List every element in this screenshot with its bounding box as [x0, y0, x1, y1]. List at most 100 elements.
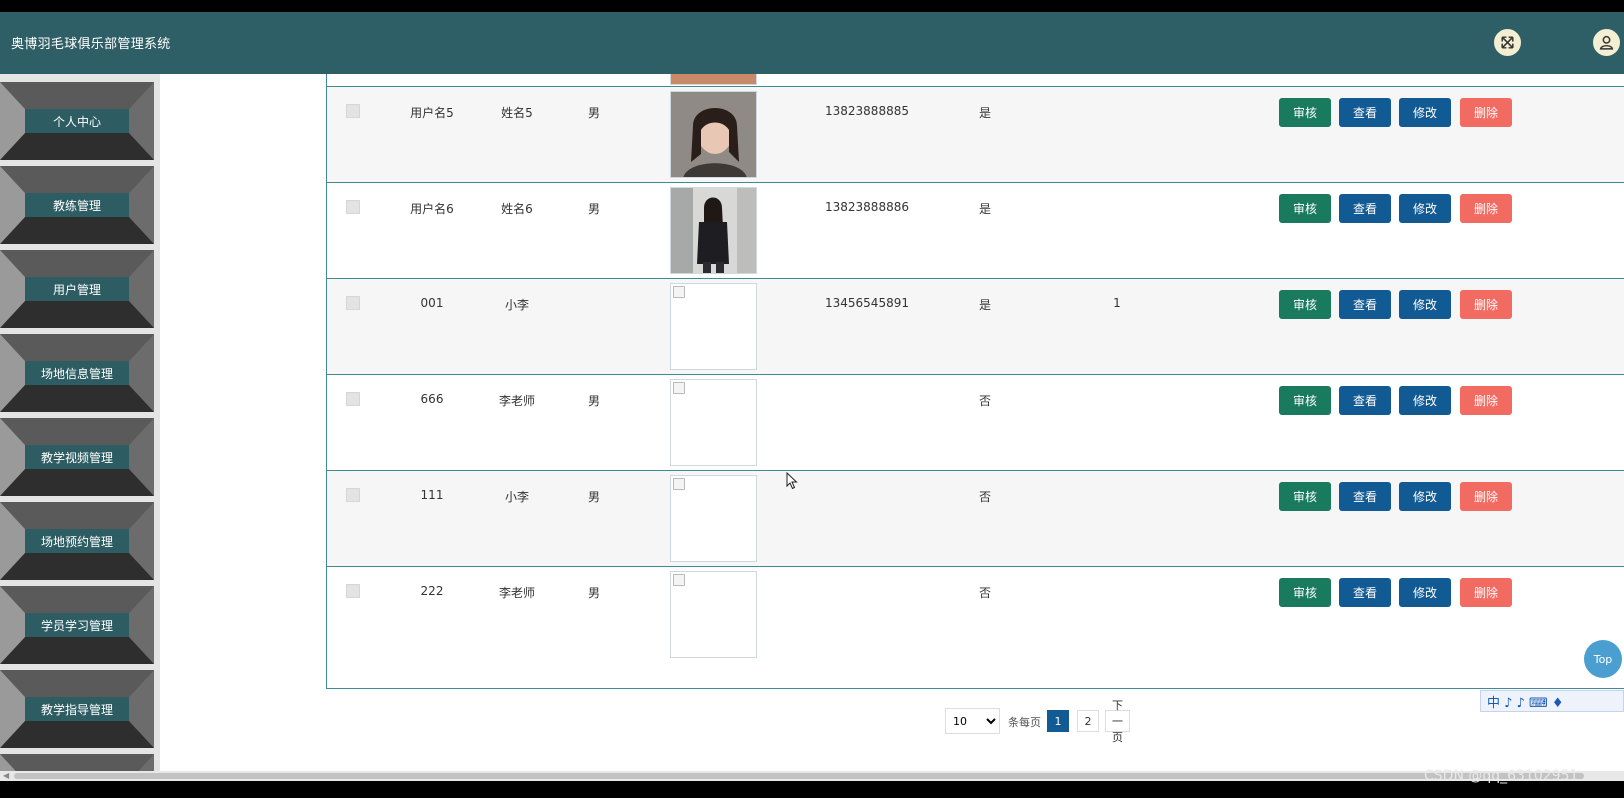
audit-button[interactable]: 审核 [1279, 98, 1331, 127]
sidebar-item-label: 教练管理 [25, 193, 129, 217]
sidebar-item-label: 个人中心 [25, 109, 129, 133]
sidebar-item-user-management[interactable]: 用户管理 [0, 250, 154, 328]
broken-image-icon [673, 286, 685, 298]
table-row: 666 李老师 男 否 审核 查看 修改 删除 [327, 374, 1624, 470]
cell-audited: 否 [978, 394, 991, 408]
edit-button[interactable]: 修改 [1399, 98, 1451, 127]
page-button-1[interactable]: 1 [1047, 710, 1069, 732]
row-photo [670, 187, 757, 274]
cell-gender: 男 [587, 490, 600, 504]
edit-button[interactable]: 修改 [1399, 386, 1451, 415]
back-to-top-button[interactable]: Top [1584, 640, 1622, 678]
view-button[interactable]: 查看 [1339, 386, 1391, 415]
delete-button[interactable]: 删除 [1460, 98, 1512, 127]
table-row-partial [327, 74, 1624, 86]
delete-button[interactable]: 删除 [1460, 482, 1512, 511]
row-photo [670, 91, 757, 178]
table-row: 用户名5 姓名5 男 13823888885 是 审核 查看 修改 删除 [327, 86, 1624, 182]
view-button[interactable]: 查看 [1339, 578, 1391, 607]
edit-button[interactable]: 修改 [1399, 482, 1451, 511]
cell-phone: 13823888886 [825, 200, 909, 214]
row-checkbox[interactable] [346, 104, 360, 118]
sidebar-item-label: 场地信息管理 [25, 361, 129, 385]
cell-account: 666 [420, 392, 444, 406]
delete-button[interactable]: 删除 [1460, 578, 1512, 607]
cell-gender: 男 [587, 586, 600, 600]
cell-phone: 13456545891 [825, 296, 909, 310]
delete-button[interactable]: 删除 [1460, 194, 1512, 223]
cell-name: 李老师 [498, 586, 535, 600]
cell-extra: 1 [1113, 296, 1121, 310]
sidebar-item-label: 教学指导管理 [25, 697, 129, 721]
page-size-select[interactable]: 10 [945, 708, 1000, 734]
per-page-label: 条每页 [1008, 716, 1041, 729]
row-photo-broken [670, 475, 757, 562]
cell-name: 姓名6 [501, 202, 533, 216]
fullscreen-exit-icon[interactable] [1493, 28, 1522, 57]
sidebar-item-label: 用户管理 [25, 277, 129, 301]
view-button[interactable]: 查看 [1339, 98, 1391, 127]
cell-account: 222 [420, 584, 444, 598]
view-button[interactable]: 查看 [1339, 482, 1391, 511]
cell-name: 小李 [504, 298, 529, 312]
sidebar-item-venue-booking-management[interactable]: 场地预约管理 [0, 502, 154, 580]
broken-image-icon [673, 478, 685, 490]
scroll-left-arrow-icon[interactable]: ◀ [3, 771, 9, 780]
sidebar-item-personal-center[interactable]: 个人中心 [0, 82, 154, 160]
sidebar-item-label: 场地预约管理 [25, 529, 129, 553]
cell-phone: 13823888885 [825, 104, 909, 118]
row-checkbox[interactable] [346, 488, 360, 502]
delete-button[interactable]: 删除 [1460, 290, 1512, 319]
sidebar-item-label: 教学视频管理 [25, 445, 129, 469]
table-row: 111 小李 男 否 审核 查看 修改 删除 [327, 470, 1624, 566]
broken-image-icon [673, 574, 685, 586]
audit-button[interactable]: 审核 [1279, 290, 1331, 319]
table-row: 222 李老师 男 否 审核 查看 修改 删除 [327, 566, 1624, 662]
row-checkbox[interactable] [346, 296, 360, 310]
audit-button[interactable]: 审核 [1279, 578, 1331, 607]
audit-button[interactable]: 审核 [1279, 482, 1331, 511]
top-header: 奥博羽毛球俱乐部管理系统 [0, 12, 1624, 74]
page-button-2[interactable]: 2 [1077, 710, 1099, 732]
table-row: 001 小李 13456545891 是 1 审核 查看 修改 删除 [327, 278, 1624, 374]
row-checkbox[interactable] [346, 584, 360, 598]
mouse-cursor-icon [786, 472, 798, 490]
next-page-button[interactable]: 下一页 [1105, 699, 1130, 744]
sidebar-item-teaching-guidance-management[interactable]: 教学指导管理 [0, 670, 154, 748]
sidebar-item-venue-info-management[interactable]: 场地信息管理 [0, 334, 154, 412]
cell-audited: 否 [978, 490, 991, 504]
sidebar-item-coach-management[interactable]: 教练管理 [0, 166, 154, 244]
cell-account: 111 [420, 488, 444, 502]
delete-button[interactable]: 删除 [1460, 386, 1512, 415]
app-title: 奥博羽毛球俱乐部管理系统 [11, 37, 171, 52]
cell-gender: 男 [587, 394, 600, 408]
cell-name: 李老师 [498, 394, 535, 408]
sidebar-item-partial [0, 754, 154, 771]
user-table: 用户名5 姓名5 男 13823888885 是 审核 查看 修改 删除 用户名… [326, 74, 1624, 689]
view-button[interactable]: 查看 [1339, 194, 1391, 223]
row-photo-broken [670, 571, 757, 658]
cell-account: 用户名6 [410, 202, 454, 216]
view-button[interactable]: 查看 [1339, 290, 1391, 319]
menu-bevel-frame [0, 754, 154, 771]
broken-image-icon [673, 382, 685, 394]
user-icon[interactable] [1592, 28, 1621, 57]
row-checkbox[interactable] [346, 200, 360, 214]
horizontal-scrollbar[interactable] [0, 771, 1624, 781]
row-checkbox[interactable] [346, 392, 360, 406]
ime-toolbar[interactable]: 中 ♪ ♪ ⌨ ♦ [1480, 690, 1624, 712]
row-photo [670, 74, 757, 85]
table-row: 用户名6 姓名6 男 13823888886 是 审核 查看 修改 删除 [327, 182, 1624, 278]
sidebar-item-teaching-video-management[interactable]: 教学视频管理 [0, 418, 154, 496]
audit-button[interactable]: 审核 [1279, 194, 1331, 223]
cell-audited: 是 [978, 106, 991, 120]
edit-button[interactable]: 修改 [1399, 578, 1451, 607]
cell-name: 小李 [504, 490, 529, 504]
scrollbar-thumb[interactable] [14, 773, 1584, 779]
audit-button[interactable]: 审核 [1279, 386, 1331, 415]
edit-button[interactable]: 修改 [1399, 194, 1451, 223]
sidebar-item-label: 学员学习管理 [25, 613, 129, 637]
sidebar-item-student-learning-management[interactable]: 学员学习管理 [0, 586, 154, 664]
edit-button[interactable]: 修改 [1399, 290, 1451, 319]
cell-audited: 是 [978, 202, 991, 216]
